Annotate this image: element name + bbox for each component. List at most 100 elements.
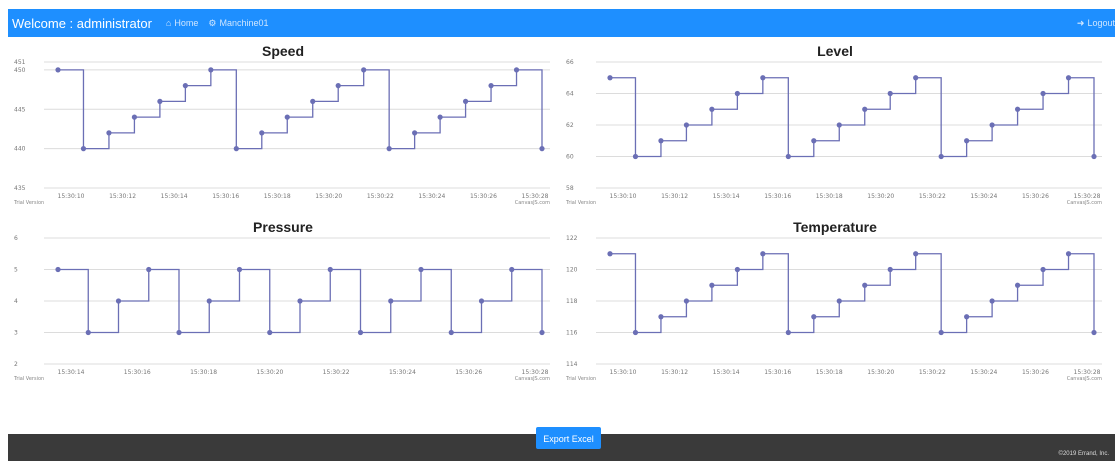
data-point [297, 298, 303, 304]
data-point [327, 266, 333, 273]
data-point [811, 138, 817, 144]
y-tick-label: 116 [566, 330, 578, 337]
x-tick-label: 15:30:12 [109, 193, 136, 200]
data-point [632, 153, 639, 160]
chart-title: Level [817, 43, 853, 59]
chart-svg: Temperature 122 120 118 116 114 15:30:10 15:30:… [565, 219, 1102, 382]
data-point [513, 67, 520, 73]
x-tick-label: 15:30:18 [816, 193, 843, 200]
data-point [709, 282, 715, 288]
nav-home-link[interactable]: ⌂ Home [166, 18, 198, 28]
data-point [811, 314, 817, 320]
x-tick-label: 15:30:10 [610, 193, 637, 200]
data-point [658, 314, 664, 320]
trial-version-credit: Trial Version [565, 376, 596, 382]
x-tick-label: 15:30:16 [212, 193, 239, 200]
data-point [913, 251, 919, 257]
x-tick-label: 15:30:20 [256, 369, 283, 376]
logout-link[interactable]: ➜ Logout [1077, 9, 1115, 37]
data-point [989, 122, 995, 128]
y-tick-label: 445 [14, 106, 26, 113]
data-point [131, 114, 138, 120]
data-point [1014, 106, 1021, 112]
data-point [80, 146, 87, 152]
data-point [418, 266, 424, 273]
x-tick-label: 15:30:28 [1074, 193, 1101, 200]
data-point [539, 146, 545, 152]
x-tick-label: 15:30:22 [919, 369, 946, 376]
export-excel-button[interactable]: Export Excel [536, 427, 601, 449]
data-point [607, 251, 613, 257]
welcome-brand: Welcome : administrator [12, 15, 152, 31]
data-point [862, 106, 868, 112]
y-tick-label: 62 [566, 122, 574, 129]
data-point [836, 298, 842, 304]
x-tick-label: 15:30:28 [522, 193, 549, 200]
data-point [267, 329, 273, 336]
x-tick-label: 15:30:20 [867, 369, 894, 376]
x-tick-label: 15:30:24 [418, 193, 445, 200]
data-point [1040, 266, 1046, 273]
data-point [509, 266, 515, 273]
logout-icon: ➜ [1076, 17, 1085, 28]
data-point [1065, 251, 1072, 257]
x-tick-label: 15:30:22 [323, 369, 350, 376]
y-tick-label: 64 [566, 91, 574, 98]
data-point [388, 298, 394, 304]
chart-title: Temperature [793, 219, 877, 235]
data-point [734, 90, 740, 97]
y-tick-label: 118 [566, 298, 578, 305]
footer-copyright: ©2019 Errand, Inc. [1058, 451, 1109, 457]
canvasjs-credit: CanvasJS.com [515, 376, 550, 382]
y-tick-label: 5 [14, 267, 18, 274]
logout-label: Logout [1087, 18, 1115, 28]
x-tick-label: 15:30:14 [161, 193, 188, 200]
y-tick-label: 4 [14, 298, 18, 305]
canvasjs-credit: CanvasJS.com [1067, 376, 1102, 382]
data-point [539, 329, 545, 336]
y-tick-label: 451 [14, 59, 26, 66]
data-point [357, 329, 364, 336]
data-point [836, 122, 842, 128]
temperature-chart: Temperature 122 120 118 116 114 15:30:10 15:30:… [560, 216, 1110, 392]
x-tick-label: 15:30:16 [124, 369, 151, 376]
chart-title: Pressure [253, 219, 313, 235]
data-point [361, 67, 367, 73]
data-point [386, 146, 392, 152]
nav-machine-link[interactable]: ⚙ Manchine01 [208, 18, 268, 29]
chart-svg: Speed 451450 445 440 435 15:30:10 15:30:12 15:3… [13, 43, 550, 206]
y-tick-label: 440 [14, 146, 26, 153]
data-point [335, 83, 341, 89]
data-point [462, 98, 469, 104]
x-tick-label: 15:30:22 [919, 193, 946, 200]
x-tick-label: 15:30:26 [470, 193, 497, 200]
trial-version-credit: Trial Version [565, 200, 596, 206]
data-point [785, 153, 791, 160]
speed-chart: Speed 451 450 445 440 435 15:30:10 15:30:12 15:3… [8, 40, 558, 216]
data-point [1040, 90, 1046, 97]
x-tick-label: 15:30:28 [1074, 369, 1101, 376]
series-line [610, 77, 1095, 158]
data-point [1091, 329, 1097, 336]
data-point [157, 98, 163, 104]
data-point [760, 75, 766, 81]
y-tick-label: 3 [14, 330, 18, 337]
canvasjs-credit: CanvasJS.com [1067, 200, 1102, 206]
data-point [632, 329, 639, 336]
nav-home-label: Home [174, 18, 199, 28]
series-line [610, 253, 1095, 334]
data-point [1091, 153, 1097, 160]
gear-icon: ⚙ [208, 17, 217, 28]
data-point [964, 314, 970, 320]
x-tick-label: 15:30:18 [190, 369, 217, 376]
chart-title: Speed [262, 43, 304, 59]
x-tick-label: 15:30:10 [610, 369, 637, 376]
x-tick-label: 15:30:20 [315, 193, 342, 200]
pressure-chart: Pressure 6 5 4 3 2 15:30:14 15:30:16 15:30:18 15:… [8, 216, 558, 392]
y-tick-label: 120 [566, 267, 578, 274]
x-tick-label: 15:30:24 [970, 193, 997, 200]
data-point [182, 83, 188, 89]
data-point [310, 98, 316, 104]
data-point [115, 298, 122, 304]
data-point [478, 298, 485, 304]
